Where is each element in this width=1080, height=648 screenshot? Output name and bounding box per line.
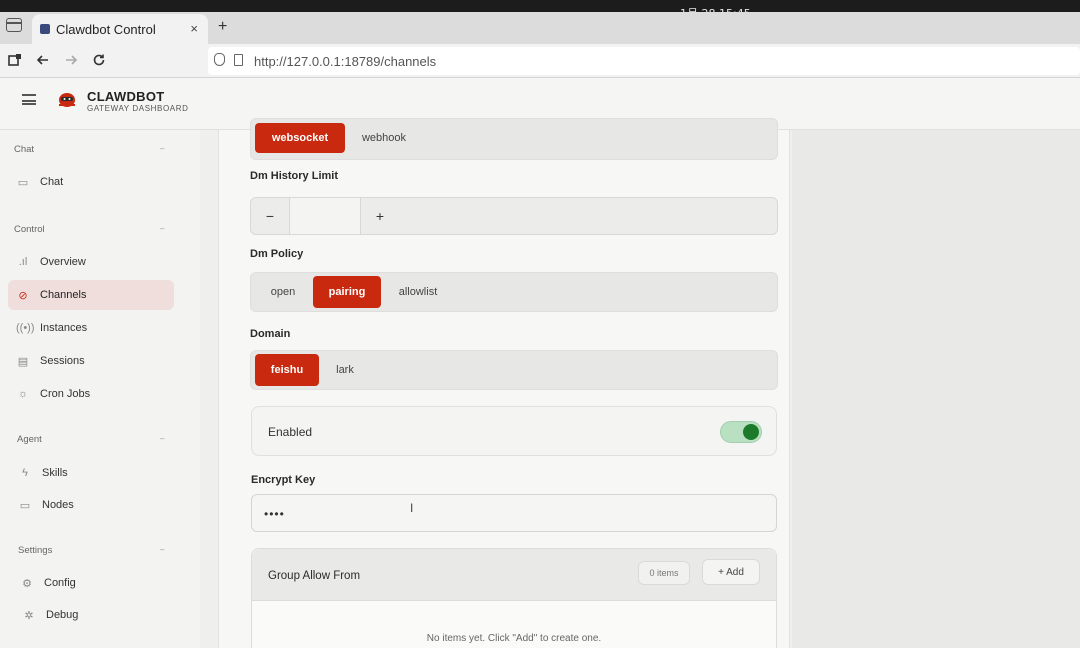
browser-tabstrip: Clawdbot Control × + bbox=[0, 12, 1080, 44]
sidebar-item-label: Instances bbox=[40, 322, 88, 334]
sidebar-item-channels[interactable]: ⊘ Channels bbox=[8, 280, 174, 310]
section-settings: Settings bbox=[18, 545, 53, 556]
toggle-knob bbox=[743, 424, 759, 440]
sidebar-item-label: Sessions bbox=[40, 355, 85, 367]
text-cursor-icon: I bbox=[410, 501, 414, 515]
option-lark[interactable]: lark bbox=[323, 355, 367, 385]
sidebar-item-skills[interactable]: ϟ Skills bbox=[10, 458, 176, 488]
option-websocket[interactable]: websocket bbox=[255, 123, 345, 153]
clawdbot-logo bbox=[59, 93, 75, 107]
domain-selector: feishu lark bbox=[250, 350, 778, 390]
chat-bubble-icon: ▭ bbox=[17, 176, 29, 189]
back-arrow-icon[interactable] bbox=[36, 53, 50, 67]
collapse-chevron-icon[interactable]: – bbox=[160, 545, 164, 554]
brand-subtitle: GATEWAY DASHBOARD bbox=[87, 104, 189, 113]
bar-chart-icon: .ıl bbox=[18, 256, 28, 268]
browser-tab[interactable]: Clawdbot Control × bbox=[32, 14, 208, 44]
sidebar-item-nodes[interactable]: ▭ Nodes bbox=[10, 490, 176, 520]
enabled-label: Enabled bbox=[268, 425, 313, 439]
encrypt-key-value: •••• bbox=[264, 507, 285, 521]
section-control: Control bbox=[14, 224, 45, 235]
sidebar-item-label: Config bbox=[44, 577, 76, 589]
page-info-icon[interactable] bbox=[234, 54, 243, 66]
link-icon: ⊘ bbox=[18, 289, 28, 302]
brand-title: CLAWDBOT bbox=[87, 89, 165, 104]
sidebar-item-label: Debug bbox=[46, 609, 79, 621]
document-icon: ▤ bbox=[17, 355, 29, 368]
enabled-toggle-row: Enabled bbox=[251, 406, 777, 456]
sidebar-item-overview[interactable]: .ıl Overview bbox=[8, 247, 174, 277]
channel-config-panel: websocket webhook Dm History Limit − + D… bbox=[218, 118, 790, 648]
sidebar-item-instances[interactable]: ((•)) Instances bbox=[8, 313, 174, 343]
forward-arrow-icon[interactable] bbox=[64, 53, 78, 67]
decrement-button[interactable]: − bbox=[251, 198, 289, 234]
enabled-toggle[interactable] bbox=[720, 421, 762, 443]
broadcast-icon: ((•)) bbox=[16, 322, 35, 334]
close-tab-icon[interactable]: × bbox=[190, 21, 198, 36]
url-text[interactable]: http://127.0.0.1:18789/channels bbox=[254, 54, 436, 69]
app-root: CLAWDBOT GATEWAY DASHBOARD Chat – ▭ Chat… bbox=[0, 78, 1080, 648]
address-bar[interactable]: http://127.0.0.1:18789/channels bbox=[208, 47, 1080, 75]
sidebar-item-config[interactable]: ⚙ Config bbox=[12, 568, 178, 598]
option-pairing[interactable]: pairing bbox=[313, 276, 381, 308]
sidebar-item-label: Nodes bbox=[42, 499, 74, 511]
bolt-icon: ϟ bbox=[22, 467, 28, 479]
domain-label: Domain bbox=[250, 328, 291, 340]
group-allow-from-card: Group Allow From 0 items + Add No items … bbox=[251, 548, 777, 648]
sidebar-item-label: Skills bbox=[42, 467, 68, 479]
option-open[interactable]: open bbox=[255, 277, 311, 307]
menu-icon[interactable] bbox=[22, 94, 36, 105]
sidebar-toggle-icon[interactable] bbox=[6, 18, 22, 32]
increment-button[interactable]: + bbox=[361, 198, 399, 234]
encrypt-key-input[interactable]: •••• I bbox=[251, 494, 777, 532]
favicon-icon bbox=[40, 24, 50, 34]
option-allowlist[interactable]: allowlist bbox=[385, 277, 451, 307]
dm-history-limit-label: Dm History Limit bbox=[250, 170, 339, 182]
gear-icon: ⚙ bbox=[22, 577, 32, 590]
tracking-shield-icon[interactable] bbox=[214, 53, 225, 66]
collapse-chevron-icon[interactable]: – bbox=[160, 144, 164, 153]
item-count-badge: 0 items bbox=[638, 561, 690, 585]
new-tab-button[interactable]: + bbox=[218, 18, 227, 36]
encrypt-key-label: Encrypt Key bbox=[251, 474, 316, 486]
sidebar-item-sessions[interactable]: ▤ Sessions bbox=[8, 346, 174, 376]
right-empty-area bbox=[792, 130, 1080, 648]
collapse-chevron-icon[interactable]: – bbox=[160, 434, 164, 443]
dm-history-limit-input[interactable] bbox=[289, 198, 361, 234]
sidebar-item-chat[interactable]: ▭ Chat bbox=[8, 167, 174, 197]
section-chat: Chat bbox=[14, 144, 35, 155]
sun-icon: ☼ bbox=[17, 388, 29, 400]
main-content: websocket webhook Dm History Limit − + D… bbox=[200, 118, 1080, 648]
dm-policy-label: Dm Policy bbox=[250, 248, 304, 260]
empty-state-text: No items yet. Click "Add" to create one. bbox=[426, 633, 602, 644]
option-webhook[interactable]: webhook bbox=[349, 123, 419, 153]
browser-navbar: http://127.0.0.1:18789/channels bbox=[0, 44, 1080, 78]
sidebar-item-label: Channels bbox=[40, 289, 87, 301]
dm-history-limit-stepper: − + bbox=[250, 197, 778, 235]
extensions-icon[interactable] bbox=[8, 53, 22, 67]
monitor-icon: ▭ bbox=[19, 499, 31, 512]
section-agent: Agent bbox=[17, 434, 42, 445]
sidebar-item-label: Chat bbox=[40, 176, 64, 188]
connection-mode-selector: websocket webhook bbox=[250, 118, 778, 160]
group-allow-from-title: Group Allow From bbox=[268, 570, 361, 582]
reload-icon[interactable] bbox=[92, 53, 106, 67]
option-feishu[interactable]: feishu bbox=[255, 354, 319, 386]
sidebar-item-label: Cron Jobs bbox=[40, 388, 91, 400]
collapse-chevron-icon[interactable]: – bbox=[160, 224, 164, 233]
dm-policy-selector: open pairing allowlist bbox=[250, 272, 778, 312]
add-item-button[interactable]: + Add bbox=[702, 559, 760, 585]
sidebar-item-debug[interactable]: ✲ Debug bbox=[14, 600, 180, 630]
group-allow-from-header: Group Allow From 0 items + Add bbox=[252, 549, 776, 601]
sidebar-item-label: Overview bbox=[40, 256, 86, 268]
sidebar-item-cron-jobs[interactable]: ☼ Cron Jobs bbox=[8, 379, 174, 409]
bug-icon: ✲ bbox=[24, 609, 34, 622]
tab-title: Clawdbot Control bbox=[56, 21, 156, 37]
sidebar: Chat – ▭ Chat Control – .ıl Overview ⊘ C… bbox=[0, 130, 200, 648]
